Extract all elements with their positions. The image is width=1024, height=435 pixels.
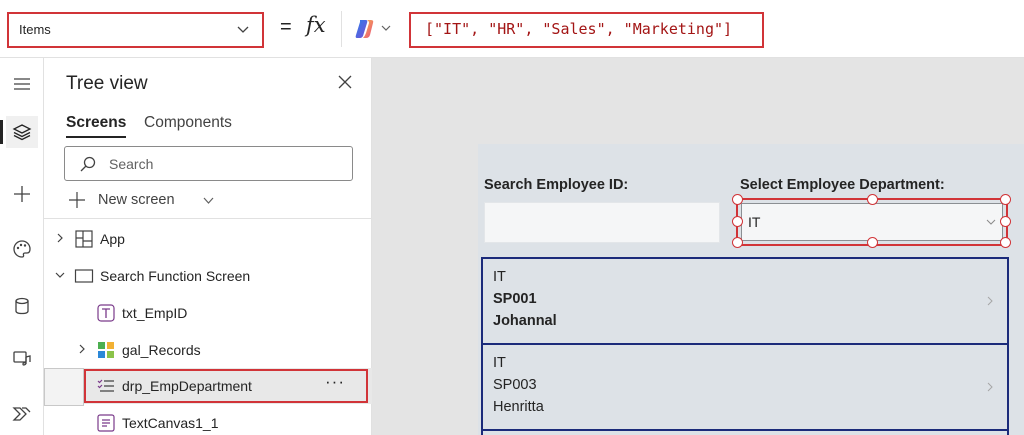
tab-screens[interactable]: Screens	[66, 114, 127, 138]
row-department: IT	[493, 355, 506, 371]
search-employee-label: Search Employee ID:	[484, 177, 629, 193]
search-placeholder: Search	[109, 156, 154, 172]
close-icon[interactable]	[337, 74, 353, 90]
tree-node-gal-records[interactable]: gal_Records	[44, 332, 372, 368]
tree-node-label: App	[100, 231, 125, 247]
employee-gallery: IT SP001 Johannal IT SP003 Henritta	[481, 257, 1009, 435]
tree-node-drp-empdepartment[interactable]: drp_EmpDepartment ···	[44, 368, 372, 406]
dropdown-value: IT	[748, 214, 761, 230]
resize-handle[interactable]	[1000, 216, 1011, 227]
design-canvas: Search Employee ID: Select Employee Depa…	[372, 58, 1024, 435]
equals-sign: =	[280, 16, 292, 38]
resize-handle[interactable]	[1000, 237, 1011, 248]
property-dropdown[interactable]: Items	[7, 12, 264, 48]
resize-handle[interactable]	[732, 216, 743, 227]
chevron-down-icon	[381, 25, 391, 31]
row-employee-id: SP003	[493, 377, 537, 393]
copilot-icon	[355, 20, 374, 38]
chevron-down-icon[interactable]	[54, 269, 66, 281]
tree-node-label: TextCanvas1_1	[122, 415, 219, 431]
chevron-down-icon	[203, 197, 214, 204]
data-cylinder-icon[interactable]	[6, 290, 38, 322]
tree-node-label: drp_EmpDepartment	[122, 378, 252, 394]
chevron-right-icon[interactable]	[54, 232, 66, 244]
app-screen: Search Employee ID: Select Employee Depa…	[478, 144, 1024, 435]
tree-node-textcanvas[interactable]: TextCanvas1_1	[44, 405, 372, 435]
gallery-row[interactable]: IT SP003 Henritta	[483, 345, 1007, 431]
formula-bar: Items = fx ["IT", "HR", "Sales", "Market…	[0, 0, 1024, 58]
formula-input[interactable]: ["IT", "HR", "Sales", "Marketing"]	[409, 12, 764, 48]
text-canvas-icon	[97, 414, 115, 432]
tree-search-input[interactable]: Search	[64, 146, 353, 181]
row-department: IT	[493, 269, 506, 285]
power-automate-icon[interactable]	[6, 398, 38, 430]
tree-view-panel: Tree view Screens Components Search New …	[44, 58, 372, 435]
department-dropdown[interactable]: IT	[732, 194, 1011, 248]
row-employee-name: Henritta	[493, 399, 544, 415]
chevron-down-icon	[237, 26, 249, 33]
plus-icon	[69, 192, 85, 208]
row-employee-name: Johannal	[493, 313, 557, 329]
gallery-icon	[98, 342, 114, 358]
resize-handle[interactable]	[1000, 194, 1011, 205]
tree-view-layers-icon[interactable]	[0, 116, 38, 148]
tree-node-label: txt_EmpID	[122, 305, 188, 321]
tab-components[interactable]: Components	[144, 114, 232, 132]
insert-plus-icon[interactable]	[6, 178, 38, 210]
new-screen-label: New screen	[98, 192, 175, 208]
department-label: Select Employee Department:	[740, 177, 945, 193]
property-value: Items	[19, 22, 51, 37]
resize-handle[interactable]	[867, 237, 878, 248]
resize-handle[interactable]	[732, 194, 743, 205]
theme-palette-icon[interactable]	[6, 233, 38, 265]
formula-text: ["IT", "HR", "Sales", "Marketing"]	[425, 20, 733, 38]
resize-handle[interactable]	[732, 237, 743, 248]
chevron-right-icon[interactable]	[985, 381, 995, 393]
chevron-down-icon	[986, 219, 996, 225]
tree-node-label: Search Function Screen	[100, 268, 251, 284]
fx-icon: fx	[306, 13, 326, 37]
app-icon	[75, 230, 93, 248]
hamburger-menu-icon[interactable]	[6, 68, 38, 100]
tree-node-app[interactable]: App	[44, 221, 372, 257]
tree-view-title: Tree view	[66, 73, 148, 94]
tree-node-label: gal_Records	[122, 342, 201, 358]
copilot-button[interactable]	[341, 11, 401, 47]
chevron-right-icon[interactable]	[985, 295, 995, 307]
tree-node-txt-empid[interactable]: txt_EmpID	[44, 295, 372, 331]
dropdown-field[interactable]: IT	[741, 203, 1003, 241]
row-employee-id: SP001	[493, 291, 537, 307]
left-rail	[0, 58, 44, 435]
tree-node-screen[interactable]: Search Function Screen	[44, 258, 372, 294]
search-icon	[80, 156, 96, 172]
more-options-button[interactable]: ···	[325, 372, 345, 392]
divider	[44, 218, 372, 219]
screen-icon	[74, 269, 94, 283]
dropdown-icon	[97, 379, 114, 392]
text-input-icon	[97, 304, 115, 322]
resize-handle[interactable]	[867, 194, 878, 205]
chevron-right-icon[interactable]	[76, 343, 88, 355]
gallery-row[interactable]: IT SP001 Johannal	[483, 259, 1007, 345]
employee-id-input[interactable]	[484, 202, 720, 243]
media-icon[interactable]	[6, 342, 38, 374]
